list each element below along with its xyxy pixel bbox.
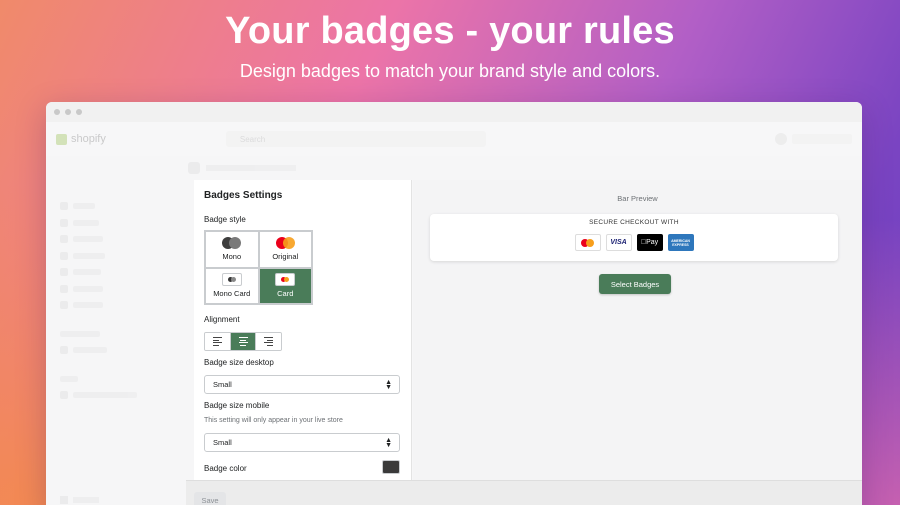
sidebar-item-orders[interactable] — [60, 215, 178, 232]
sidebar-item-analytics[interactable] — [60, 264, 178, 281]
save-button[interactable]: Save — [194, 492, 226, 505]
preview-panel: Bar Preview SECURE CHECKOUT WITH VISA P… — [413, 180, 862, 505]
align-right-icon — [264, 337, 274, 346]
home-icon — [60, 202, 68, 211]
align-left-icon — [212, 337, 222, 346]
store-selector[interactable] — [56, 166, 168, 182]
customers-icon — [60, 251, 68, 260]
discounts-icon — [60, 301, 68, 310]
sidebar-item-home[interactable] — [60, 198, 178, 215]
badge-color-label: Badge color — [204, 464, 247, 473]
visa-icon: VISA — [605, 234, 632, 251]
badge-row: VISA Pay AMERICAN EXPRESS — [430, 234, 838, 251]
style-option-mono[interactable]: Mono — [205, 231, 259, 268]
window-zoom-dot[interactable] — [76, 109, 82, 115]
hero-title: Your badges - your rules — [225, 10, 675, 52]
shopify-topbar: shopify Search — [46, 122, 862, 156]
badge-size-desktop-select[interactable]: Small ▲ ▼ — [204, 375, 400, 394]
badge-style-picker: Mono Original Mono Card Card — [204, 230, 313, 305]
badge-size-desktop-label: Badge size desktop — [204, 358, 274, 367]
products-icon — [60, 235, 68, 244]
gear-icon — [60, 496, 68, 504]
app-icon — [60, 391, 68, 400]
amex-icon: AMERICAN EXPRESS — [667, 234, 694, 251]
select-badges-button[interactable]: Select Badges — [599, 274, 671, 294]
bar-title: SECURE CHECKOUT WITH — [589, 219, 679, 226]
sidebar-item-discounts[interactable] — [60, 297, 178, 314]
badge-size-mobile-label: Badge size mobile — [204, 401, 270, 410]
avatar — [775, 133, 787, 145]
checkout-badge-bar: SECURE CHECKOUT WITH VISA Pay AMERICAN … — [430, 214, 838, 261]
badge-color-swatch[interactable] — [382, 460, 400, 474]
style-option-label: Mono Card — [213, 289, 251, 299]
style-option-label: Card — [277, 289, 294, 299]
style-option-original[interactable]: Original — [258, 231, 312, 268]
shopify-logo: shopify — [56, 133, 106, 145]
align-center-icon — [238, 337, 248, 346]
sidebar-item-online-store[interactable] — [60, 342, 178, 359]
mono-card-brand-icon — [222, 237, 242, 250]
style-option-mono-card[interactable]: Mono Card — [205, 267, 259, 304]
align-right-button[interactable] — [256, 333, 281, 350]
page-title-placeholder — [206, 165, 296, 171]
card-mastercard-icon — [275, 273, 296, 287]
store-icon — [60, 346, 68, 355]
shopify-bag-icon — [56, 133, 67, 145]
sidebar-item-settings[interactable] — [60, 496, 99, 504]
sidebar-item-marketing[interactable] — [60, 281, 178, 298]
hero-subtitle: Design badges to match your brand style … — [239, 61, 661, 81]
mastercard-icon — [574, 234, 601, 251]
sidebar-item-products[interactable] — [60, 231, 178, 248]
align-center-button[interactable] — [230, 333, 257, 350]
orders-icon — [60, 218, 68, 227]
admin-sidebar — [46, 156, 178, 505]
bar-preview-label: Bar Preview — [617, 194, 658, 203]
select-value: Small — [213, 438, 232, 447]
account-menu[interactable] — [775, 133, 852, 145]
window-minimize-dot[interactable] — [65, 109, 71, 115]
badge-size-mobile-help: This setting will only appear in your li… — [204, 417, 343, 424]
analytics-icon — [60, 268, 68, 277]
badge-size-mobile-select[interactable]: Small ▲ ▼ — [204, 433, 400, 452]
page-header — [186, 156, 862, 180]
apple-pay-icon: Pay — [636, 234, 663, 251]
style-option-label: Original — [272, 252, 299, 262]
window-titlebar — [46, 102, 862, 122]
sidebar-item-app[interactable] — [60, 387, 178, 404]
settings-panel: Badges Settings Badge style Mono Origina… — [194, 180, 412, 505]
alignment-label: Alignment — [204, 315, 240, 324]
select-value: Small — [213, 380, 232, 389]
style-option-card[interactable]: Card — [258, 267, 312, 304]
save-bar: Save — [186, 480, 862, 505]
window-close-dot[interactable] — [54, 109, 60, 115]
account-name-placeholder — [792, 134, 852, 144]
mono-card-icon — [221, 273, 242, 287]
search-input[interactable]: Search — [225, 131, 486, 147]
sidebar-section-channels — [60, 326, 178, 343]
sidebar-item-customers[interactable] — [60, 248, 178, 265]
app-logo-icon — [188, 162, 200, 174]
select-caret-icon: ▲ ▼ — [385, 437, 392, 449]
browser-window: shopify Search Badges Settings Badge sty… — [46, 102, 862, 505]
alignment-buttons — [204, 332, 282, 351]
marketing-icon — [60, 284, 68, 293]
shopify-logo-text: shopify — [71, 133, 106, 145]
mastercard-icon — [275, 237, 295, 250]
badge-style-label: Badge style — [204, 215, 246, 224]
settings-title: Badges Settings — [204, 190, 283, 201]
style-option-label: Mono — [222, 252, 242, 262]
sidebar-section-apps — [60, 371, 178, 388]
align-left-button[interactable] — [205, 333, 231, 350]
select-caret-icon: ▲ ▼ — [385, 379, 392, 391]
